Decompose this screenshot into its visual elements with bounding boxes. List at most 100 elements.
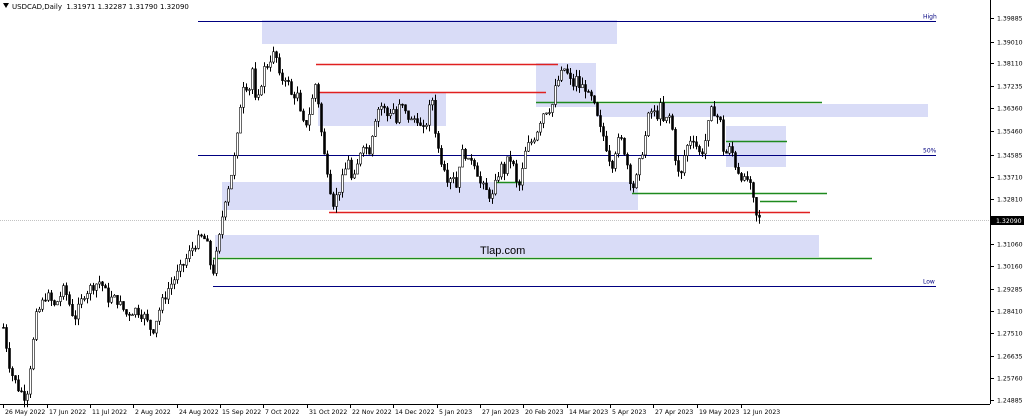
candle-body [26, 393, 29, 401]
candle-body [278, 57, 281, 74]
candle-body [725, 151, 728, 154]
candle-body [128, 313, 131, 316]
candle-body [719, 116, 722, 121]
time-tick-label: 17 Jun 2022 [49, 409, 86, 416]
candle-body [86, 293, 89, 299]
watermark: Tlap.com [480, 245, 525, 257]
price-tick-label: 1.26635 [997, 354, 1023, 361]
candle-body [260, 86, 263, 96]
candle-body [431, 100, 434, 106]
candle-body [611, 161, 614, 169]
time-tick-label: 22 Nov 2022 [352, 409, 392, 416]
candle-body [365, 147, 368, 149]
candle-body [743, 176, 746, 181]
candle-body [521, 168, 524, 186]
candle-body [506, 156, 509, 174]
time-tick-label: 24 Aug 2022 [179, 409, 219, 416]
candle-body [683, 155, 686, 174]
candle-body [308, 114, 311, 126]
candle-body [446, 169, 449, 183]
candle-body [227, 188, 230, 203]
candle-body [257, 94, 260, 98]
candle-body [347, 159, 350, 170]
candle-body [326, 153, 329, 175]
candle-body [275, 51, 278, 58]
candle-body [155, 320, 158, 334]
candle-body [296, 92, 299, 99]
candle-body [197, 234, 200, 249]
chart-header: USDCAD,Daily 1.31971 1.32287 1.31790 1.3… [3, 3, 189, 11]
candle-body [572, 78, 575, 87]
candle-body [131, 314, 134, 317]
candle-body [32, 339, 35, 370]
candle-body [686, 145, 689, 156]
candle-body [674, 129, 677, 161]
candle-body [428, 104, 431, 126]
candle-body [62, 285, 65, 297]
candle-body [338, 191, 341, 196]
price-tick-label: 1.38110 [997, 61, 1023, 68]
candle-body [539, 122, 542, 133]
candle-body [608, 150, 611, 162]
time-tick-label: 20 Feb 2023 [525, 409, 564, 416]
zone-box [222, 182, 638, 210]
candle-body [47, 292, 50, 301]
candle-body [668, 115, 671, 118]
candle-body [35, 311, 38, 340]
candle-body [392, 109, 395, 114]
candle-body [233, 155, 236, 176]
candle-body [491, 193, 494, 199]
candle-body [497, 176, 500, 181]
candle-body [2, 327, 5, 329]
candle-body [551, 104, 554, 113]
candle-body [104, 285, 107, 289]
candle-body [701, 151, 704, 155]
price-tick-label: 1.32810 [997, 197, 1023, 204]
candle-body [50, 292, 53, 301]
candle-body [758, 214, 761, 218]
candle-body [335, 194, 338, 207]
candle-body [698, 146, 701, 153]
price-tick-label: 1.27510 [997, 331, 1023, 338]
candle-body [563, 68, 566, 71]
candle-body [20, 390, 23, 393]
time-tick-label: 5 Jan 2023 [439, 409, 472, 416]
time-tick-label: 19 May 2023 [699, 409, 739, 416]
current-price-label: 1.32090 [996, 218, 1022, 225]
candle-body [488, 189, 491, 199]
price-tick-label: 1.39885 [997, 16, 1023, 23]
candle-body [407, 110, 410, 120]
candle-body [557, 79, 560, 87]
candle-body [623, 137, 626, 155]
candle-body [92, 285, 95, 291]
candle-body [533, 139, 536, 143]
candle-body [584, 84, 587, 92]
candle-body [632, 183, 635, 189]
candle-body [479, 176, 482, 184]
candle-body [500, 163, 503, 178]
candle-body [677, 160, 680, 172]
time-tick-label: 11 Jul 2022 [92, 409, 127, 416]
candle-body [614, 153, 617, 169]
candle-body [515, 163, 518, 182]
candle-body [524, 150, 527, 169]
dropdown-triangle-icon[interactable] [3, 3, 9, 8]
price-tick-label: 1.36360 [997, 106, 1023, 113]
candle-body [242, 86, 245, 108]
candle-body [740, 173, 743, 181]
candle-body [293, 94, 296, 99]
candle-body [716, 115, 719, 118]
candle-body [302, 110, 305, 121]
candle-body [695, 141, 698, 147]
zone-box [596, 104, 928, 117]
price-tick-label: 1.33710 [997, 175, 1023, 182]
candle-body [362, 147, 365, 154]
candle-body [419, 122, 422, 126]
price-tick-label: 1.31060 [997, 242, 1023, 249]
candle-body [656, 110, 659, 120]
candle-body [299, 92, 302, 112]
candle-body [587, 91, 590, 93]
candle-body [599, 115, 602, 127]
candle-body [14, 375, 17, 381]
candle-body [167, 288, 170, 300]
